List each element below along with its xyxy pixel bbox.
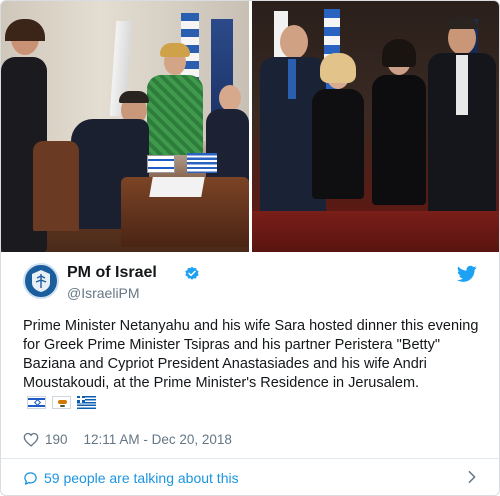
- greece-flag-icon: [77, 395, 96, 409]
- conversation-label[interactable]: 59 people are talking about this: [44, 470, 239, 486]
- divider: [1, 458, 499, 459]
- israel-flag-icon: [27, 395, 46, 409]
- flag-emojis: [27, 395, 96, 409]
- photo-grid: [1, 1, 499, 252]
- avatar[interactable]: [23, 263, 59, 299]
- tweet-text: Prime Minister Netanyahu and his wife Sa…: [23, 317, 485, 412]
- tweet-body: Prime Minister Netanyahu and his wife Sa…: [23, 318, 479, 391]
- chevron-right-icon[interactable]: [467, 470, 477, 484]
- cyprus-flag-icon: [52, 395, 71, 409]
- handle[interactable]: @IsraeliPM: [67, 285, 140, 301]
- timestamp[interactable]: 12:11 AM - Dec 20, 2018: [84, 432, 232, 447]
- photo-left[interactable]: [1, 1, 249, 252]
- heart-icon[interactable]: [23, 432, 39, 447]
- tweet-card[interactable]: PM of Israel @IsraeliPM Prime Minister N…: [0, 0, 500, 496]
- like-count[interactable]: 190: [45, 432, 68, 447]
- conversation-link[interactable]: 59 people are talking about this: [23, 468, 483, 488]
- photo-right[interactable]: [252, 1, 499, 252]
- tweet-header: PM of Israel @IsraeliPM: [23, 263, 483, 303]
- display-name[interactable]: PM of Israel: [67, 264, 157, 282]
- tweet-meta: 190 12:11 AM - Dec 20, 2018: [23, 429, 232, 449]
- twitter-bird-icon[interactable]: [457, 265, 477, 283]
- israel-state-emblem-icon: [32, 270, 50, 292]
- speech-bubble-icon: [24, 471, 37, 485]
- verified-badge-icon: [185, 266, 199, 280]
